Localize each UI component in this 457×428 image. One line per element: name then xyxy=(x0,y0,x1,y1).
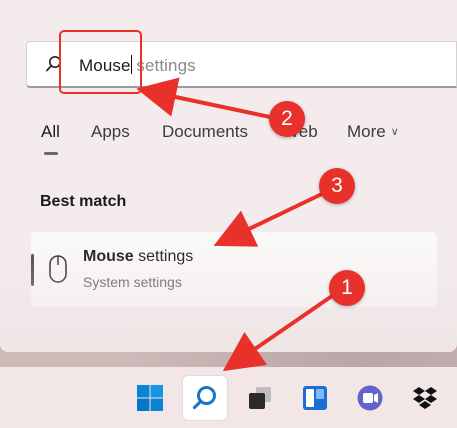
search-box[interactable]: Mouse settings xyxy=(26,41,457,88)
search-typed-text: Mouse xyxy=(79,56,131,75)
tab-web[interactable]: Web xyxy=(283,122,318,142)
tab-apps[interactable]: Apps xyxy=(91,122,130,142)
teams-chat-icon xyxy=(357,385,383,411)
result-title-rest: settings xyxy=(133,248,194,265)
mouse-icon xyxy=(49,255,67,283)
result-subtitle: System settings xyxy=(83,274,182,290)
taskbar-dropbox-button[interactable] xyxy=(403,376,447,420)
chevron-down-icon: ∨ xyxy=(390,126,399,138)
tab-all[interactable]: All xyxy=(41,122,60,142)
tab-more[interactable]: More ∨ xyxy=(347,122,399,142)
widgets-icon xyxy=(303,386,327,410)
selection-accent xyxy=(31,254,34,286)
tab-more-label: More xyxy=(347,122,386,141)
search-panel: Mouse settings All Apps Documents Web Mo… xyxy=(0,0,457,352)
search-icon xyxy=(45,56,61,72)
task-view-icon xyxy=(249,387,271,409)
section-title: Best match xyxy=(40,193,127,210)
taskbar-widgets-button[interactable] xyxy=(293,376,337,420)
tab-documents[interactable]: Documents xyxy=(162,122,248,142)
taskbar-search-button[interactable] xyxy=(183,376,227,420)
windows-start-icon xyxy=(137,385,163,411)
result-title-match: Mouse xyxy=(83,248,134,265)
search-filter-tabs: All Apps Documents Web More ∨ xyxy=(0,122,457,150)
taskbar-task-view-button[interactable] xyxy=(238,376,282,420)
taskbar-start-button[interactable] xyxy=(128,376,172,420)
search-input[interactable]: Mouse settings xyxy=(79,55,196,76)
search-icon xyxy=(192,386,216,410)
taskbar xyxy=(0,367,457,428)
search-suggestion-text: settings xyxy=(136,56,196,75)
taskbar-chat-button[interactable] xyxy=(348,376,392,420)
active-tab-indicator xyxy=(44,152,58,155)
best-match-result[interactable]: Mouse settings System settings xyxy=(31,232,437,307)
dropbox-icon xyxy=(413,387,437,409)
result-title: Mouse settings xyxy=(83,248,193,266)
